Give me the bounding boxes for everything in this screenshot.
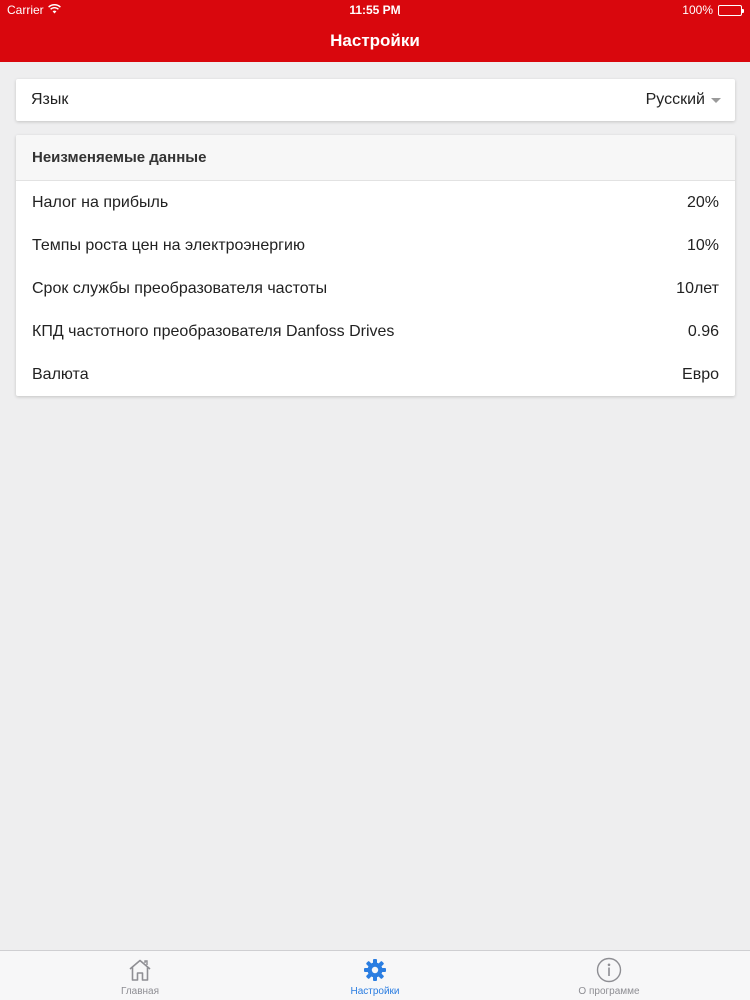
- row-value: Евро: [682, 365, 719, 383]
- list-item: Налог на прибыль 20%: [16, 181, 735, 224]
- language-select[interactable]: Русский: [646, 91, 721, 109]
- header: Carrier 11:55 PM 100% Настройки: [0, 0, 750, 62]
- row-label: Валюта: [32, 365, 89, 383]
- tab-settings[interactable]: Настройки: [250, 951, 500, 1000]
- row-label: Темпы роста цен на электроэнергию: [32, 236, 305, 254]
- list-item: КПД частотного преобразователя Danfoss D…: [16, 310, 735, 353]
- status-bar: Carrier 11:55 PM 100%: [0, 0, 750, 20]
- status-time: 11:55 PM: [349, 3, 401, 17]
- list-item: Срок службы преобразователя частоты 10ле…: [16, 267, 735, 310]
- tab-label: О программе: [578, 986, 640, 997]
- language-card: Язык Русский: [16, 79, 735, 121]
- info-icon: [596, 957, 622, 983]
- row-value: 0.96: [687, 322, 719, 340]
- tab-about[interactable]: О программе: [484, 951, 734, 1000]
- app-root: Carrier 11:55 PM 100% Настройки Язык Рус…: [0, 0, 750, 1000]
- row-label: Срок службы преобразователя частоты: [32, 279, 328, 297]
- tab-bar: Главная Настройки О программе: [0, 950, 750, 1000]
- tab-home[interactable]: Главная: [15, 951, 265, 1000]
- home-icon: [127, 957, 153, 983]
- list-item: Темпы роста цен на электроэнергию 10%: [16, 224, 735, 267]
- battery-percent: 100%: [682, 3, 713, 17]
- row-value: 10лет: [676, 279, 719, 297]
- chevron-down-icon: [711, 98, 721, 103]
- tab-label: Главная: [120, 986, 160, 997]
- language-value: Русский: [645, 91, 705, 108]
- row-value: 10%: [686, 236, 719, 254]
- fixed-data-card: Неизменяемые данные Налог на прибыль 20%…: [16, 135, 735, 396]
- page-title: Настройки: [330, 31, 420, 50]
- row-label: Налог на прибыль: [32, 193, 169, 211]
- section-header: Неизменяемые данные: [16, 135, 735, 181]
- language-row[interactable]: Язык Русский: [16, 79, 735, 121]
- list-item: Валюта Евро: [16, 353, 735, 396]
- row-label: КПД частотного преобразователя Danfoss D…: [32, 322, 395, 340]
- row-value: 20%: [686, 193, 719, 211]
- status-battery: 100%: [682, 3, 744, 17]
- gear-icon: [363, 957, 387, 983]
- tab-label: Настройки: [350, 986, 400, 997]
- battery-icon: [718, 4, 744, 16]
- language-label: Язык: [31, 91, 69, 108]
